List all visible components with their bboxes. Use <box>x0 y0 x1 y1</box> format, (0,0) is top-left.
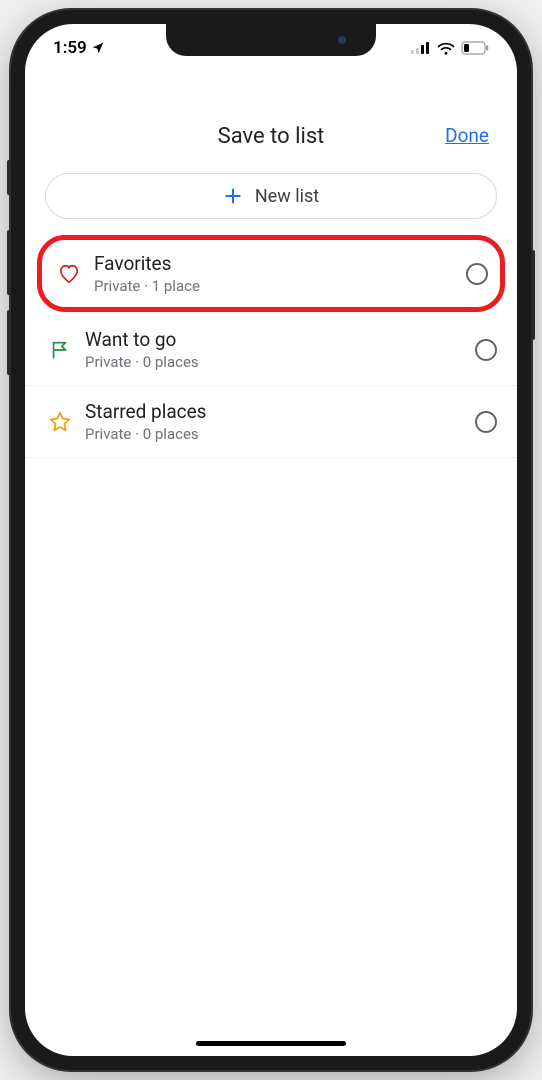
power-button <box>531 250 535 340</box>
front-camera <box>338 36 346 44</box>
content-area: Save to list Done New list Favorites Pri… <box>25 24 517 1056</box>
cellular-icon <box>411 42 431 54</box>
list-title: Starred places <box>85 400 475 423</box>
list-subtitle: Private · 0 places <box>85 353 475 371</box>
status-left: 1:59 <box>53 38 105 58</box>
screen: 1:59 <box>25 24 517 1056</box>
list-subtitle: Private · 1 place <box>94 277 466 295</box>
volume-down <box>7 310 11 375</box>
radio-unselected[interactable] <box>475 411 497 433</box>
page-title: Save to list <box>218 124 325 149</box>
phone-frame: 1:59 <box>11 10 531 1070</box>
star-icon <box>45 411 75 433</box>
radio-unselected[interactable] <box>475 339 497 361</box>
location-icon <box>91 41 105 55</box>
list-row-starred[interactable]: Starred places Private · 0 places <box>25 386 517 458</box>
heart-icon <box>54 263 84 285</box>
list-title: Want to go <box>85 328 475 351</box>
status-right <box>411 41 489 55</box>
modal-header: Save to list Done <box>25 114 517 169</box>
list-row-text: Favorites Private · 1 place <box>94 252 466 295</box>
new-list-button[interactable]: New list <box>45 173 497 219</box>
battery-icon <box>461 41 489 55</box>
plus-icon <box>223 186 243 206</box>
list-row-favorites[interactable]: Favorites Private · 1 place <box>37 235 505 312</box>
list-row-text: Want to go Private · 0 places <box>85 328 475 371</box>
list-row-text: Starred places Private · 0 places <box>85 400 475 443</box>
radio-unselected[interactable] <box>466 263 488 285</box>
list-row-want-to-go[interactable]: Want to go Private · 0 places <box>25 314 517 386</box>
status-time: 1:59 <box>53 38 87 58</box>
lists-container: Favorites Private · 1 place Want to go P… <box>25 235 517 458</box>
mute-switch <box>7 160 11 195</box>
done-button[interactable]: Done <box>445 124 489 147</box>
wifi-icon <box>437 41 455 55</box>
notch <box>166 24 376 56</box>
list-subtitle: Private · 0 places <box>85 425 475 443</box>
volume-up <box>7 230 11 295</box>
home-indicator[interactable] <box>196 1041 346 1046</box>
flag-icon <box>45 339 75 361</box>
new-list-label: New list <box>255 186 319 207</box>
list-title: Favorites <box>94 252 466 275</box>
